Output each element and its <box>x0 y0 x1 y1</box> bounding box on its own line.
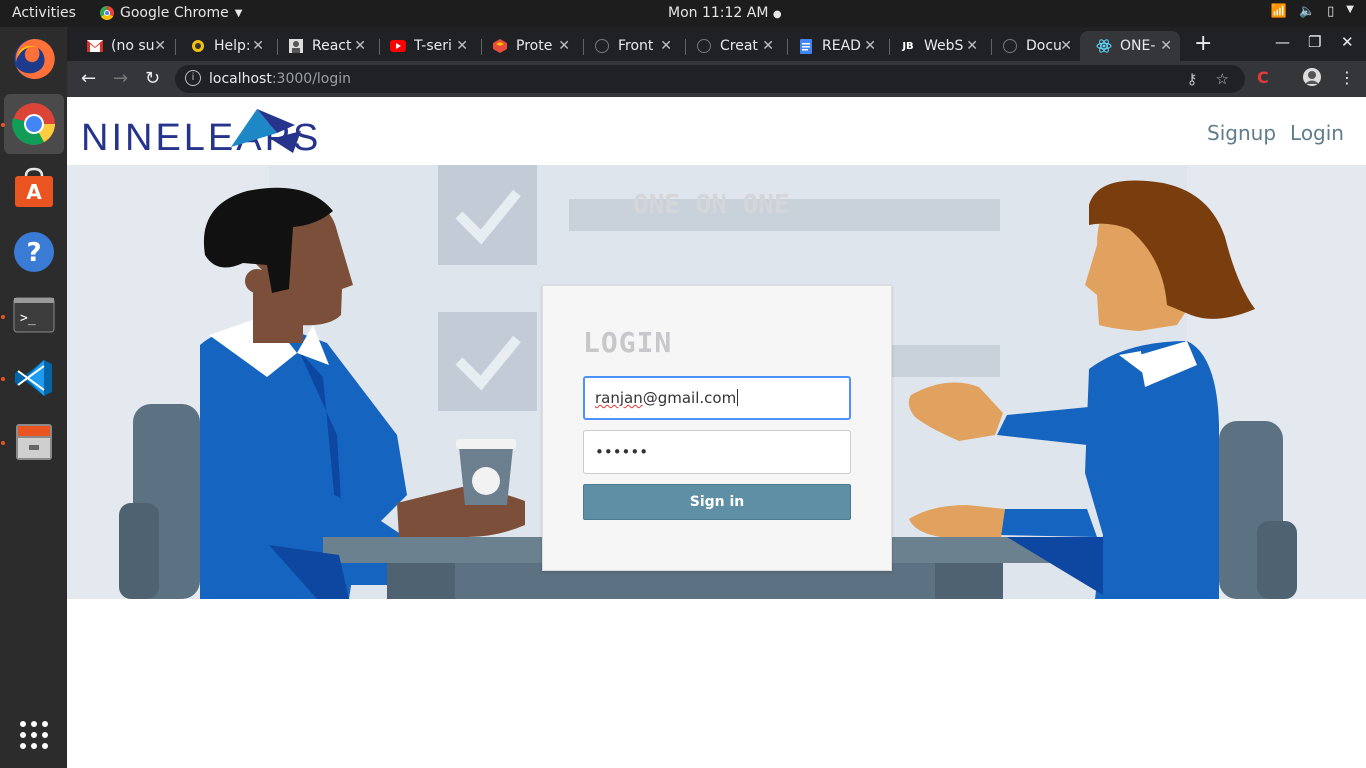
svg-text:A: A <box>26 180 42 204</box>
key-icon[interactable]: ⚷ <box>1187 70 1198 88</box>
jetbrains-icon: JB <box>902 40 914 52</box>
tab-one-on-one[interactable]: ONE- ✕ <box>1080 31 1180 61</box>
site-info-icon[interactable]: i <box>185 70 201 86</box>
tab-github-create[interactable]: Creat ✕ <box>680 31 782 61</box>
svg-text:?: ? <box>26 238 41 268</box>
chevron-down-icon: ▼ <box>1346 4 1354 15</box>
close-tab-icon[interactable]: ✕ <box>252 38 264 54</box>
files-icon[interactable] <box>4 412 64 472</box>
minimize-icon[interactable]: — <box>1275 33 1290 51</box>
github-icon <box>696 38 712 54</box>
password-field[interactable]: •••••• <box>583 430 851 474</box>
signup-link[interactable]: Signup <box>1207 121 1276 145</box>
tab-websocket[interactable]: JB WebS ✕ <box>884 31 986 61</box>
terminal-icon[interactable]: >_ <box>4 286 64 346</box>
running-indicator <box>1 441 5 445</box>
chevron-down-icon: ▼ <box>234 7 243 19</box>
dock: A ? >_ <box>0 27 67 768</box>
tab-react[interactable]: React ✕ <box>272 31 374 61</box>
app-name: Google Chrome <box>120 5 229 21</box>
firefox-icon[interactable] <box>4 29 64 89</box>
wifi-icon: 📶 <box>1270 4 1287 19</box>
bookmark-star-icon[interactable]: ☆ <box>1216 70 1229 88</box>
tab-proto[interactable]: Prote ✕ <box>476 31 578 61</box>
help-page-icon <box>190 38 206 54</box>
system-tray[interactable]: 📶 🔈 ▯ ▼ <box>1271 4 1354 19</box>
app-menu[interactable]: Google Chrome ▼ <box>100 5 242 21</box>
email-field[interactable]: ranjan@gmail.com <box>583 376 851 420</box>
new-tab-button[interactable]: + <box>1194 31 1212 56</box>
back-icon[interactable]: ← <box>81 68 96 89</box>
vscode-icon[interactable] <box>4 348 64 408</box>
menu-kebab-icon[interactable]: ⋮ <box>1339 68 1355 87</box>
running-indicator <box>1 377 5 381</box>
login-title: LOGIN <box>583 326 673 359</box>
restore-icon[interactable]: ❐ <box>1308 33 1321 51</box>
tab-strip: (no su ✕ Help: ✕ React ✕ T-seri ✕ Prote … <box>67 27 1366 61</box>
react-icon <box>1096 38 1112 54</box>
text-caret <box>737 389 739 406</box>
web-page: NINELEAPS Signup Login ONE ON ONE LOGIN … <box>67 97 1366 768</box>
close-window-icon[interactable]: ✕ <box>1341 33 1354 51</box>
login-card: LOGIN ranjan@gmail.com •••••• Sign in <box>542 285 892 571</box>
running-indicator <box>1 315 5 319</box>
close-tab-icon[interactable]: ✕ <box>660 38 672 54</box>
close-tab-icon[interactable]: ✕ <box>558 38 570 54</box>
close-tab-icon[interactable]: ✕ <box>354 38 366 54</box>
tab-youtube[interactable]: T-seri ✕ <box>374 31 476 61</box>
site-header: NINELEAPS Signup Login <box>67 97 1366 165</box>
tab-docs[interactable]: Docu ✕ <box>986 31 1080 61</box>
battery-icon: ▯ <box>1327 4 1335 19</box>
tab-gmail[interactable]: (no su ✕ <box>71 31 174 61</box>
software-center-icon[interactable]: A <box>4 158 64 218</box>
clock[interactable]: Mon 11:12 AM ● <box>668 5 782 21</box>
tab-github-front[interactable]: Front ✕ <box>578 31 680 61</box>
react-page-icon <box>288 38 304 54</box>
youtube-icon <box>390 38 406 54</box>
close-tab-icon[interactable]: ✕ <box>456 38 468 54</box>
docs-icon <box>798 38 814 54</box>
system-top-bar: Activities Google Chrome ▼ Mon 11:12 AM … <box>0 0 1366 27</box>
github-icon <box>1002 38 1018 54</box>
profile-avatar[interactable] <box>1303 68 1321 90</box>
close-tab-icon[interactable]: ✕ <box>1160 38 1172 54</box>
activities-button[interactable]: Activities <box>12 5 76 21</box>
address-bar[interactable]: i localhost:3000/login ⚷ ☆ <box>175 65 1245 93</box>
tab-readme[interactable]: READ ✕ <box>782 31 884 61</box>
proto-icon <box>492 38 508 54</box>
close-tab-icon[interactable]: ✕ <box>864 38 876 54</box>
svg-text:>_: >_ <box>20 311 36 326</box>
github-icon <box>594 38 610 54</box>
extension-icon[interactable]: C <box>1257 68 1269 87</box>
running-indicator <box>1 123 5 127</box>
close-tab-icon[interactable]: ✕ <box>966 38 978 54</box>
svg-text:ONE ON ONE: ONE ON ONE <box>633 190 790 220</box>
sign-in-button[interactable]: Sign in <box>583 484 851 520</box>
reload-icon[interactable]: ↻ <box>145 68 160 89</box>
volume-icon: 🔈 <box>1298 4 1316 19</box>
tab-help[interactable]: Help: ✕ <box>174 31 272 61</box>
help-icon[interactable]: ? <box>4 222 64 282</box>
nineleaps-logo[interactable]: NINELEAPS <box>81 107 386 161</box>
close-tab-icon[interactable]: ✕ <box>1060 38 1072 54</box>
chrome-icon[interactable] <box>4 94 64 154</box>
gmail-icon <box>87 38 103 54</box>
app-grid-icon[interactable] <box>4 705 64 765</box>
hero-illustration: ONE ON ONE LOGIN ranjan@gmail.com ••••••… <box>67 165 1366 599</box>
login-link[interactable]: Login <box>1290 121 1344 145</box>
forward-icon[interactable]: → <box>113 68 128 89</box>
browser-toolbar: ← → ↻ i localhost:3000/login ⚷ ☆ C ⋮ <box>67 61 1366 97</box>
chrome-small-icon <box>100 6 114 20</box>
close-tab-icon[interactable]: ✕ <box>154 38 166 54</box>
close-tab-icon[interactable]: ✕ <box>762 38 774 54</box>
